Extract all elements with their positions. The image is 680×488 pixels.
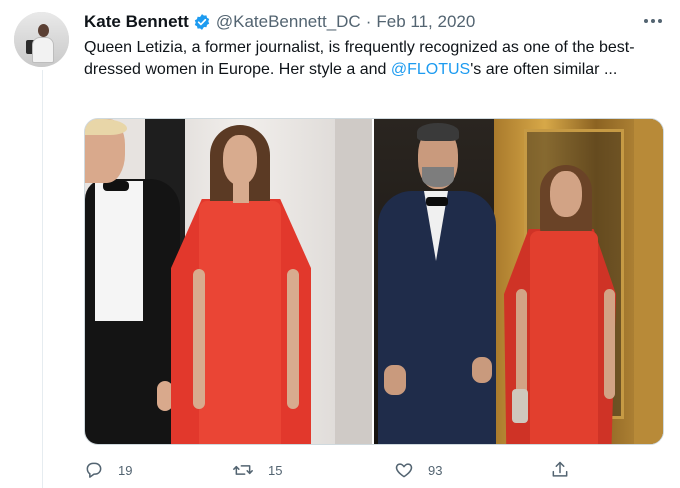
thread-line — [42, 70, 43, 488]
author-name[interactable]: Kate Bennett — [84, 12, 189, 32]
heart-icon — [394, 460, 414, 480]
reply-icon — [84, 460, 104, 480]
like-button[interactable]: 93 — [394, 458, 442, 482]
woman-in-red-cape-dress-figure — [155, 119, 315, 444]
photo-right[interactable] — [374, 119, 663, 444]
photo-left[interactable] — [85, 119, 372, 444]
avatar-figure-head — [38, 24, 49, 37]
retweet-icon — [232, 460, 254, 480]
woman-in-red-dress-figure — [504, 119, 663, 444]
media-grid — [84, 118, 664, 445]
reply-button[interactable]: 19 — [84, 458, 132, 482]
avatar[interactable] — [14, 12, 69, 67]
share-icon — [550, 460, 570, 480]
mention-link[interactable]: @FLOTUS — [391, 61, 470, 78]
more-options-icon[interactable] — [644, 14, 664, 28]
author-handle[interactable]: @KateBennett_DC — [216, 12, 361, 32]
tweet-header: Kate Bennett @KateBennett_DC · Feb 11, 2… — [84, 11, 475, 33]
verified-badge-icon — [193, 13, 211, 31]
man-in-navy-tuxedo-figure — [374, 119, 504, 444]
tweet-date[interactable]: Feb 11, 2020 — [376, 12, 475, 32]
tweet-text-tail: 's are often similar ... — [470, 61, 618, 78]
avatar-figure-body — [32, 37, 54, 63]
like-count: 93 — [428, 462, 443, 478]
retweet-button[interactable]: 15 — [232, 458, 282, 482]
separator-dot: · — [365, 12, 372, 31]
background-pillar — [335, 119, 372, 444]
tweet-text: Queen Letizia, a former journalist, is f… — [84, 37, 674, 81]
reply-count: 19 — [118, 462, 133, 478]
retweet-count: 15 — [268, 462, 283, 478]
tweet-actions: 19 15 93 — [84, 458, 584, 482]
share-button[interactable] — [550, 458, 570, 482]
